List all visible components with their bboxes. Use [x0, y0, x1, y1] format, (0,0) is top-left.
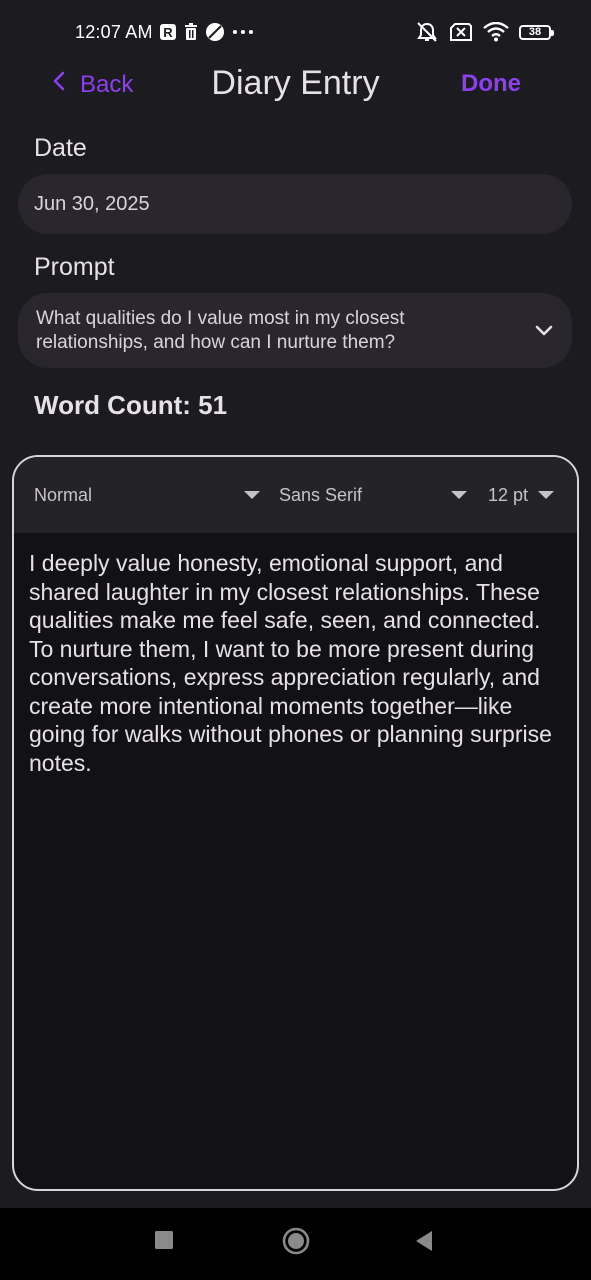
- date-value: Jun 30, 2025: [34, 192, 150, 215]
- home-circle-icon[interactable]: [282, 1227, 310, 1255]
- paragraph-style-value: Normal: [34, 484, 93, 505]
- silent-icon: [415, 21, 439, 43]
- font-family-value: Sans Serif: [279, 484, 363, 505]
- font-size-value: 12 pt: [488, 484, 529, 505]
- done-button[interactable]: Done: [461, 70, 521, 98]
- prompt-value: What qualities do I value most in my clo…: [36, 307, 405, 353]
- no-sim-icon: [449, 22, 473, 42]
- editor-toolbar: Normal Sans Serif 12 pt: [14, 457, 577, 533]
- date-field[interactable]: Jun 30, 2025: [18, 174, 572, 234]
- svg-text:R: R: [163, 25, 173, 40]
- date-label: Date: [34, 134, 87, 162]
- wifi-icon: [483, 22, 509, 42]
- more-dots-icon: [231, 28, 255, 36]
- font-size-select[interactable]: 12 pt: [488, 485, 554, 506]
- app-header: Back Diary Entry Done: [0, 60, 591, 110]
- trash-icon: [183, 23, 199, 41]
- status-time: 12:07 AM: [75, 21, 153, 42]
- r-badge-icon: R: [159, 23, 177, 41]
- status-bar: 12:07 AM R 38: [0, 0, 591, 64]
- editor-text-area[interactable]: I deeply value honesty, emotional suppor…: [29, 549, 559, 777]
- prompt-dropdown[interactable]: What qualities do I value most in my clo…: [18, 293, 572, 368]
- recents-square-icon[interactable]: [154, 1230, 174, 1250]
- caret-down-icon: [451, 491, 467, 499]
- caret-down-icon: [538, 491, 554, 499]
- back-triangle-icon[interactable]: [414, 1230, 434, 1252]
- paragraph-style-select[interactable]: Normal: [34, 485, 260, 506]
- rich-text-editor: Normal Sans Serif 12 pt I deeply value h…: [12, 455, 579, 1191]
- caret-down-icon: [244, 491, 260, 499]
- system-nav-bar: [0, 1208, 591, 1280]
- chevron-down-icon: [534, 324, 554, 338]
- battery-level: 38: [528, 26, 542, 38]
- battery-icon: 38: [519, 24, 554, 40]
- font-family-select[interactable]: Sans Serif: [279, 485, 467, 506]
- diary-entry-screen: 12:07 AM R 38 Back Diary Entry Done Date…: [0, 0, 591, 1280]
- prompt-label: Prompt: [34, 253, 115, 281]
- word-count: Word Count: 51: [34, 390, 228, 420]
- no-entry-icon: [205, 22, 225, 42]
